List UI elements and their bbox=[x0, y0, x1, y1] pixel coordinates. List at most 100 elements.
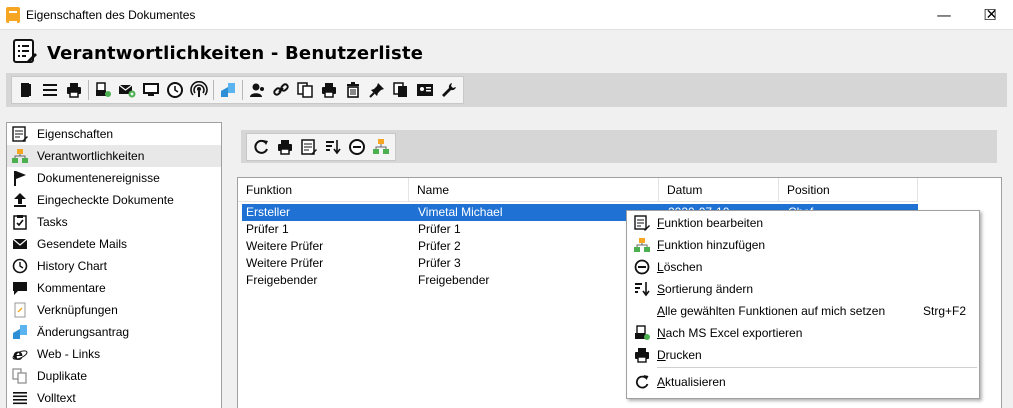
sidebar-item-verknuepfungen[interactable]: Verknüpfungen bbox=[7, 299, 221, 321]
menu-item-label: Drucken bbox=[657, 348, 702, 362]
column-header-name[interactable]: Name bbox=[409, 178, 659, 202]
menu-item-alle-auf-mich-setzen[interactable]: Alle gewählten Funktionen auf mich setze… bbox=[627, 300, 979, 322]
sort-icon[interactable] bbox=[321, 135, 345, 159]
menu-item-sortierung-aendern[interactable]: Sortierung ändern bbox=[627, 278, 979, 300]
sort-icon bbox=[633, 280, 651, 298]
toolbar-separator bbox=[213, 80, 214, 100]
clock-icon bbox=[11, 257, 29, 275]
refresh-icon[interactable] bbox=[249, 135, 273, 159]
duplicate-icon[interactable] bbox=[389, 78, 413, 102]
door-exit-icon[interactable] bbox=[14, 78, 38, 102]
responsibility-list-icon bbox=[13, 39, 37, 63]
menu-item-label: Funktion bearbeiten bbox=[657, 216, 764, 230]
context-menu: Funktion bearbeiten Funktion hinzufügen … bbox=[626, 210, 980, 399]
link-icon[interactable] bbox=[269, 78, 293, 102]
duplicate-icon bbox=[11, 367, 29, 385]
sidebar-item-aenderungsantrag[interactable]: Änderungsantrag bbox=[7, 321, 221, 343]
column-header-funktion[interactable]: Funktion bbox=[238, 178, 409, 202]
functions-toolbar bbox=[241, 130, 997, 163]
sidebar-item-duplikate[interactable]: Duplikate bbox=[7, 365, 221, 387]
upload-arrow-icon bbox=[11, 191, 29, 209]
clock-icon[interactable] bbox=[163, 78, 187, 102]
mail-icon bbox=[11, 235, 29, 253]
menu-item-excel-export[interactable]: Nach MS Excel exportieren bbox=[627, 322, 979, 344]
sidebar-item-eingecheckte-dokumente[interactable]: Eingecheckte Dokumente bbox=[7, 189, 221, 211]
cell-funktion: Prüfer 1 bbox=[246, 222, 289, 236]
printer-icon[interactable] bbox=[62, 78, 86, 102]
properties-icon bbox=[11, 125, 29, 143]
column-header-position[interactable]: Position bbox=[779, 178, 918, 202]
menu-separator bbox=[657, 367, 977, 368]
sidebar-item-history-chart[interactable]: History Chart bbox=[7, 255, 221, 277]
sidebar-item-label: History Chart bbox=[37, 259, 108, 273]
menu-item-funktion-bearbeiten[interactable]: Funktion bearbeiten bbox=[627, 212, 979, 234]
sidebar-item-verantwortlichkeiten[interactable]: Verantwortlichkeiten bbox=[7, 145, 221, 167]
sidebar-item-tasks[interactable]: Tasks bbox=[7, 211, 221, 233]
add-function-icon[interactable] bbox=[369, 135, 393, 159]
broadcast-icon[interactable] bbox=[187, 78, 211, 102]
window-titlebar: Eigenschaften des Dokumentes — ☐ bbox=[0, 0, 1013, 30]
sidebar-item-web-links[interactable]: e Web - Links bbox=[7, 343, 221, 365]
user-icon[interactable] bbox=[245, 78, 269, 102]
column-header-datum[interactable]: Datum bbox=[659, 178, 779, 202]
wrench-icon[interactable] bbox=[437, 78, 461, 102]
pin-icon[interactable] bbox=[365, 78, 389, 102]
sidebar-item-label: Dokumentenereignisse bbox=[37, 171, 160, 185]
cell-funktion: Weitere Prüfer bbox=[246, 239, 324, 253]
printer-icon bbox=[633, 346, 651, 364]
sidebar: Eigenschaften Verantwortlichkeiten Dokum… bbox=[6, 122, 222, 408]
main-toolbar bbox=[6, 73, 1007, 107]
print-preview-icon[interactable] bbox=[91, 78, 115, 102]
sidebar-item-label: Änderungsantrag bbox=[37, 325, 130, 339]
menu-item-drucken[interactable]: Drucken bbox=[627, 344, 979, 366]
sidebar-item-label: Verknüpfungen bbox=[37, 303, 118, 317]
close-button[interactable]: ✕ bbox=[970, 0, 1013, 30]
menu-item-funktion-hinzufuegen[interactable]: Funktion hinzufügen bbox=[627, 234, 979, 256]
cell-funktion: Weitere Prüfer bbox=[246, 256, 324, 270]
sidebar-item-eigenschaften[interactable]: Eigenschaften bbox=[7, 123, 221, 145]
page-title: Verantwortlichkeiten - Benutzerliste bbox=[47, 43, 424, 64]
change-request-icon bbox=[11, 323, 29, 341]
id-card-icon[interactable] bbox=[413, 78, 437, 102]
window-title: Eigenschaften des Dokumentes bbox=[26, 8, 196, 22]
menu-item-aktualisieren[interactable]: Aktualisieren bbox=[627, 371, 979, 393]
menu-item-label: Alle gewählten Funktionen auf mich setze… bbox=[657, 304, 886, 318]
menu-item-loeschen[interactable]: Löschen bbox=[627, 256, 979, 278]
minimize-button[interactable]: — bbox=[921, 0, 967, 30]
menu-item-label: Aktualisieren bbox=[657, 375, 726, 389]
add-function-icon bbox=[633, 236, 651, 254]
hamburger-menu-icon[interactable] bbox=[38, 78, 62, 102]
sidebar-item-label: Eingecheckte Dokumente bbox=[37, 193, 174, 207]
copy-document-icon[interactable] bbox=[293, 78, 317, 102]
remove-icon[interactable] bbox=[345, 135, 369, 159]
sidebar-item-label: Volltext bbox=[37, 391, 76, 405]
edit-function-icon bbox=[633, 214, 651, 232]
toolbar-separator bbox=[242, 80, 243, 100]
main-toolbar-group bbox=[11, 76, 464, 104]
sidebar-item-kommentare[interactable]: Kommentare bbox=[7, 277, 221, 299]
edit-function-icon[interactable] bbox=[297, 135, 321, 159]
printer-icon[interactable] bbox=[273, 135, 297, 159]
sidebar-item-volltext[interactable]: Volltext bbox=[7, 387, 221, 408]
sidebar-item-label: Tasks bbox=[37, 215, 68, 229]
printer-icon[interactable] bbox=[317, 78, 341, 102]
table-header: Funktion Name Datum Position bbox=[238, 178, 918, 202]
flag-icon bbox=[11, 169, 29, 187]
sidebar-item-dokumentenereignisse[interactable]: Dokumentenereignisse bbox=[7, 167, 221, 189]
refresh-icon bbox=[633, 373, 651, 391]
sidebar-item-gesendete-mails[interactable]: Gesendete Mails bbox=[7, 233, 221, 255]
mail-add-icon[interactable] bbox=[115, 78, 139, 102]
sidebar-item-label: Web - Links bbox=[37, 347, 101, 361]
trash-icon[interactable] bbox=[341, 78, 365, 102]
menu-item-label: Nach MS Excel exportieren bbox=[657, 326, 803, 340]
cell-funktion: Ersteller bbox=[246, 205, 291, 219]
comment-icon bbox=[11, 279, 29, 297]
workflow-icon[interactable] bbox=[216, 78, 240, 102]
excel-export-icon bbox=[633, 324, 651, 342]
sidebar-item-label: Duplikate bbox=[37, 369, 88, 383]
linked-document-icon bbox=[11, 301, 29, 319]
sidebar-item-label: Verantwortlichkeiten bbox=[37, 149, 145, 163]
menu-item-label: Funktion hinzufügen bbox=[657, 238, 766, 252]
fulltext-icon bbox=[11, 389, 29, 407]
monitor-icon[interactable] bbox=[139, 78, 163, 102]
